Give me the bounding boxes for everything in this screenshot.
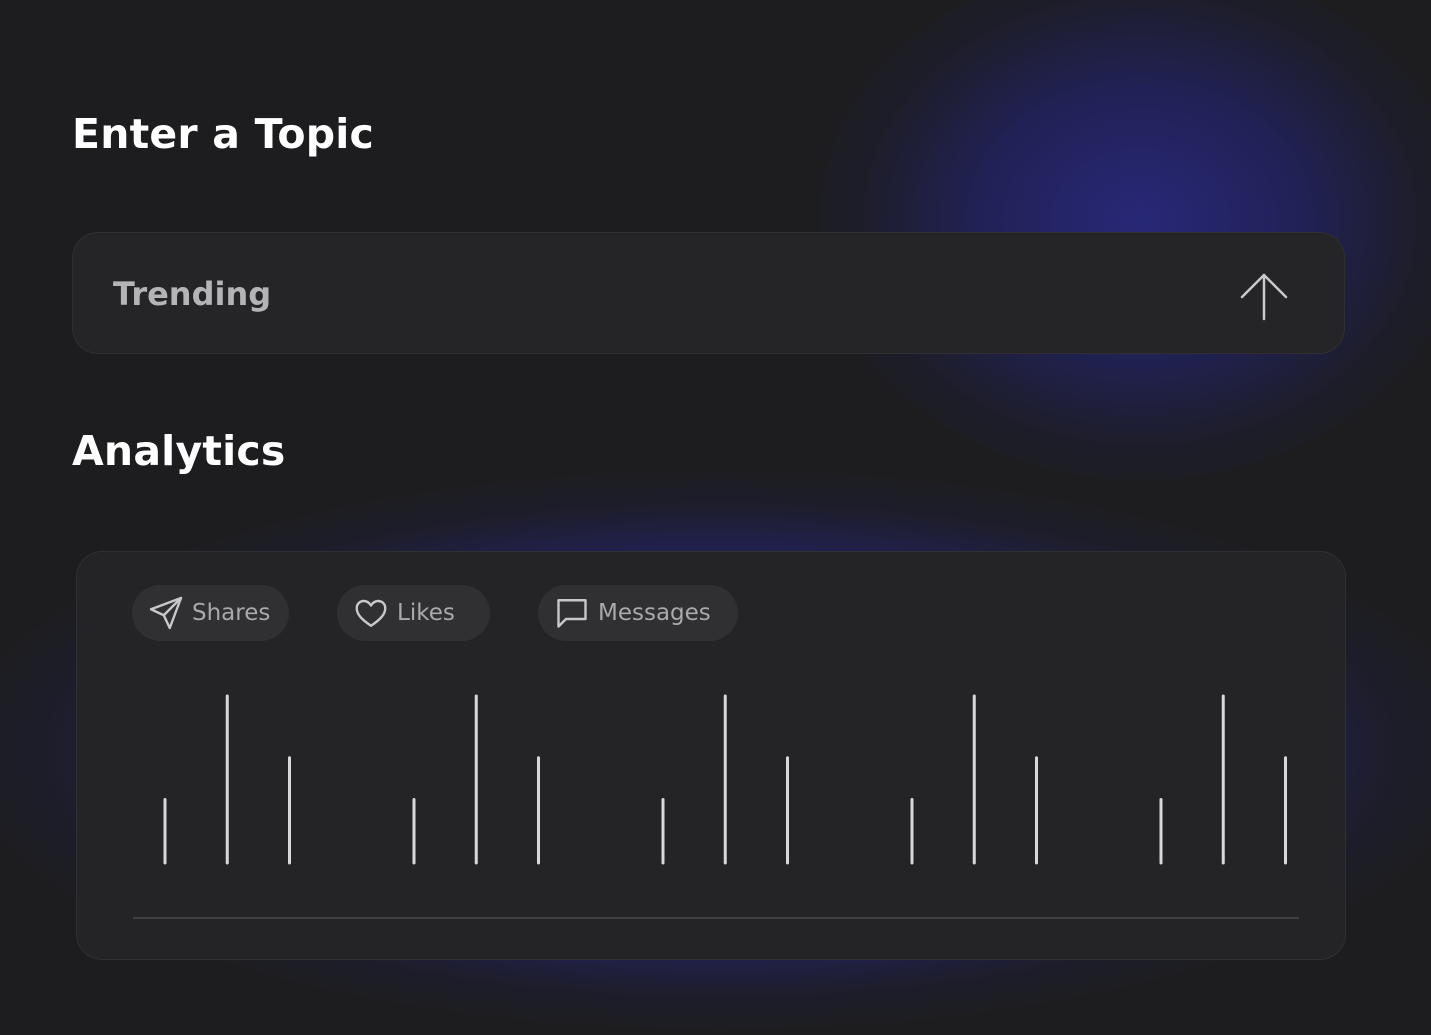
shares-filter-button[interactable]: Shares bbox=[132, 585, 289, 641]
analytics-heading: Analytics bbox=[72, 427, 286, 475]
arrow-up-icon bbox=[1240, 273, 1288, 321]
shares-filter-label: Shares bbox=[192, 600, 271, 626]
message-icon bbox=[554, 595, 590, 631]
analytics-card: Shares Likes Messages bbox=[76, 551, 1346, 960]
messages-filter-button[interactable]: Messages bbox=[538, 585, 738, 641]
submit-topic-button[interactable] bbox=[1236, 269, 1292, 325]
heart-icon bbox=[353, 595, 389, 631]
send-icon bbox=[148, 595, 184, 631]
likes-filter-label: Likes bbox=[397, 600, 455, 626]
topic-heading: Enter a Topic bbox=[72, 110, 375, 158]
likes-filter-button[interactable]: Likes bbox=[337, 585, 490, 641]
topic-input[interactable] bbox=[113, 267, 1193, 321]
topic-input-container bbox=[72, 232, 1345, 354]
messages-filter-label: Messages bbox=[598, 600, 711, 626]
